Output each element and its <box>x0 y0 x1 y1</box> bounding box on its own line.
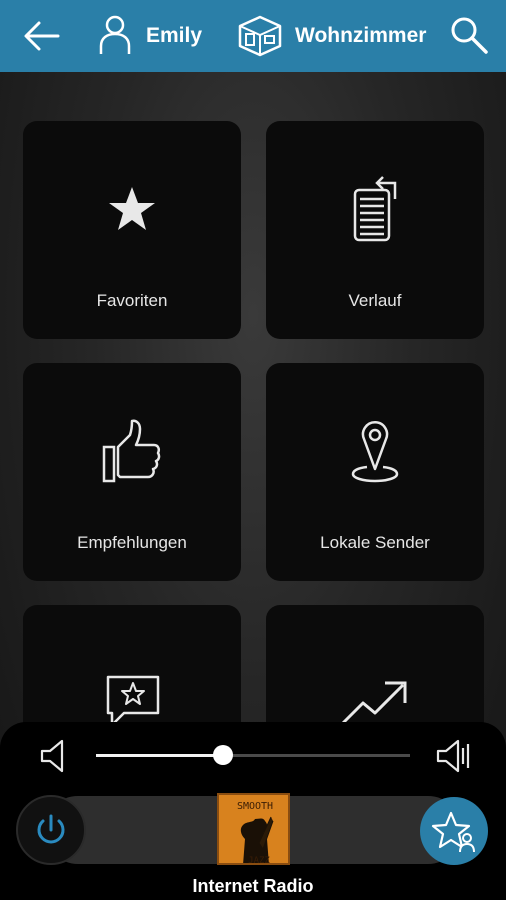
room-name[interactable]: Wohnzimmer <box>295 24 426 48</box>
back-arrow-icon[interactable] <box>22 18 62 54</box>
history-icon <box>266 173 484 245</box>
user-icon[interactable] <box>98 14 132 56</box>
tile-label: Favoriten <box>96 291 168 310</box>
volume-slider-thumb[interactable] <box>213 745 233 765</box>
volume-slider-fill <box>96 754 223 757</box>
tile-label: Empfehlungen <box>77 533 187 552</box>
station-cover[interactable]: SMOOTH JAZZ <box>217 793 290 865</box>
power-button[interactable] <box>16 795 86 865</box>
power-icon <box>37 814 65 844</box>
tile-label: Lokale Sender <box>320 533 430 552</box>
tile-favorites[interactable]: Favoriten <box>23 121 241 339</box>
top-bar: Emily Wohnzimmer <box>0 0 506 72</box>
star-person-icon <box>431 811 475 853</box>
thumbs-up-icon <box>23 415 241 487</box>
station-name: Internet Radio <box>192 876 314 896</box>
search-icon[interactable] <box>448 14 490 56</box>
tile-history[interactable]: Verlauf <box>266 121 484 339</box>
volume-high-icon[interactable] <box>436 738 472 774</box>
location-pin-icon <box>266 415 484 487</box>
volume-low-icon[interactable] <box>38 738 68 774</box>
cover-text-top: SMOOTH <box>237 801 273 812</box>
star-icon <box>23 173 241 245</box>
tile-label: Verlauf <box>348 291 402 310</box>
tile-local-stations[interactable]: Lokale Sender <box>266 363 484 581</box>
cover-text-bottom: JAZZ <box>248 856 270 865</box>
room-icon[interactable] <box>236 14 284 58</box>
add-favorite-button[interactable] <box>420 797 488 865</box>
tile-recommendations[interactable]: Empfehlungen <box>23 363 241 581</box>
user-name[interactable]: Emily <box>146 24 202 48</box>
